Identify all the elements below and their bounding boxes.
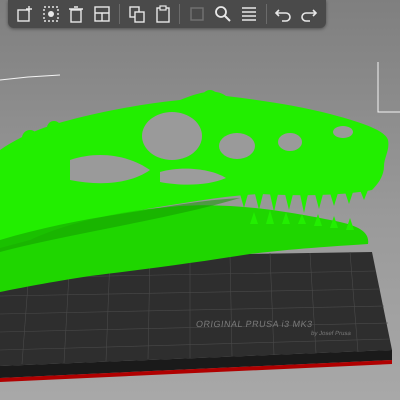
toolbar-separator	[118, 4, 120, 24]
paste-icon[interactable]	[152, 3, 174, 25]
copy-icon[interactable]	[126, 3, 148, 25]
toolbar-separator	[265, 4, 267, 24]
undo-icon[interactable]	[273, 3, 295, 25]
bed-label: ORIGINAL PRUSA i3 MK3	[195, 319, 314, 329]
bed-sublabel: by Josef Prusa	[310, 331, 352, 337]
add-object-icon[interactable]	[14, 3, 36, 25]
delete-icon[interactable]	[65, 3, 87, 25]
search-icon[interactable]	[212, 3, 234, 25]
toolbar-separator	[179, 4, 181, 24]
redo-icon[interactable]	[298, 3, 320, 25]
delete-all-icon[interactable]	[91, 3, 113, 25]
toolbar	[8, 0, 326, 28]
3d-viewport[interactable]	[0, 0, 400, 400]
layers-editor-icon[interactable]	[186, 3, 208, 25]
arrange-icon[interactable]	[40, 3, 62, 25]
menu-icon[interactable]	[238, 3, 260, 25]
